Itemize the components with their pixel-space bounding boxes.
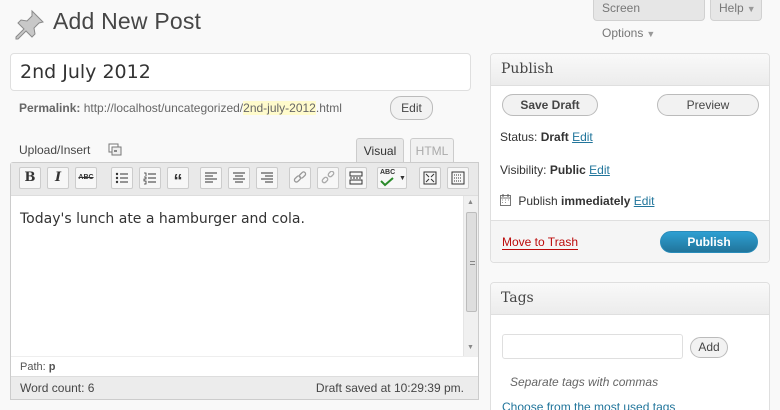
editor-path: Path: p [11,356,478,376]
tab-html[interactable]: HTML [410,138,454,163]
add-tag-button[interactable]: Add [690,337,728,358]
editor-content-area[interactable]: Today's lunch ate a hamburger and cola. [11,196,463,356]
publish-button[interactable]: Publish [660,231,758,253]
blockquote-icon[interactable]: “ [167,167,189,191]
chevron-down-icon: ▼ [399,175,406,182]
tags-box-title[interactable]: Tags [491,283,769,315]
schedule-label: Publish [518,194,558,208]
chevron-down-icon: ▼ [746,4,756,14]
strikethrough-icon[interactable]: ABC [75,167,97,189]
grip-icon [470,261,475,265]
post-status: Status: Draft Edit [500,130,593,144]
schedule-value: immediately [561,194,631,208]
bold-icon[interactable]: B [19,167,41,189]
screen-options-tab[interactable]: Screen Options ▼ [593,0,705,40]
visibility-value: Public [549,163,586,177]
ordered-list-icon[interactable] [139,167,161,189]
fullscreen-icon[interactable] [419,167,441,189]
link-icon[interactable] [289,167,311,189]
tab-visual[interactable]: Visual [356,138,404,163]
edit-visibility-link[interactable]: Edit [589,163,610,177]
status-label: Status: [500,130,538,144]
publish-box: Publish Save Draft Preview Status: Draft… [490,53,770,263]
post-schedule: Publish immediately Edit [500,194,654,208]
editor-status-bar: Word count: 6 Draft saved at 10:29:39 pm… [11,376,478,399]
word-count: Word count: 6 [20,381,95,395]
edit-permalink-button[interactable]: Edit [390,96,433,120]
post-visibility: Visibility: Public Edit [500,163,610,177]
permalink-label: Permalink: [19,101,81,115]
kitchen-sink-icon[interactable] [447,167,469,189]
upload-insert-label: Upload/Insert [19,143,91,157]
permalink-suffix: .html [315,101,342,115]
tags-hint: Separate tags with commas [510,375,659,389]
help-label: Help [719,1,744,15]
edit-status-link[interactable]: Edit [572,130,593,144]
publish-actions: Move to Trash Publish [491,220,769,262]
screen-options-label: Screen Options [602,1,644,40]
path-element[interactable]: p [49,361,56,373]
page-title: Add New Post [53,8,202,34]
scroll-up-icon[interactable]: ▲ [467,199,474,206]
visibility-label: Visibility: [500,163,547,177]
help-tab[interactable]: Help ▼ [710,0,762,21]
align-center-icon[interactable] [228,167,250,189]
editor-scrollbar[interactable]: ▲ ▼ [463,196,478,356]
scrollbar-thumb[interactable] [466,212,477,312]
more-tag-icon[interactable] [345,167,367,189]
spellcheck-icon[interactable]: ABC ▼ [377,167,407,189]
post-title-input[interactable]: 2nd July 2012 [10,53,471,91]
tags-box: Tags Add Separate tags with commas Choos… [490,282,770,410]
unlink-icon[interactable] [317,167,339,189]
edit-schedule-link[interactable]: Edit [634,194,655,208]
add-media-icon[interactable] [108,142,122,156]
scroll-down-icon[interactable]: ▼ [467,344,474,351]
align-left-icon[interactable] [200,167,222,189]
permalink-base: http://localhost/uncategorized/ [83,101,244,115]
unordered-list-icon[interactable] [111,167,133,189]
status-value: Draft [540,130,569,144]
align-right-icon[interactable] [256,167,278,189]
permalink-slug[interactable]: 2nd-july-2012 [243,101,316,115]
publish-box-title[interactable]: Publish [491,54,769,86]
preview-button[interactable]: Preview [657,94,759,116]
save-draft-button[interactable]: Save Draft [502,94,598,116]
post-content[interactable]: Today's lunch ate a hamburger and cola. [20,211,305,227]
permalink: Permalink: http://localhost/uncategorize… [19,101,342,115]
italic-icon[interactable]: I [47,167,69,189]
pushpin-icon [12,8,46,42]
autosave-status: Draft saved at 10:29:39 pm. [315,381,464,395]
most-used-tags-link[interactable]: Choose from the most used tags [502,400,675,410]
post-editor: B I ABC “ ABC ▼ Today's lunch ate a hamb… [10,162,479,400]
new-tag-input[interactable] [502,334,683,359]
chevron-down-icon: ▼ [646,29,656,39]
editor-toolbar: B I ABC “ ABC ▼ [11,163,478,196]
path-label: Path: [20,361,46,373]
move-to-trash-link[interactable]: Move to Trash [502,235,579,250]
calendar-icon [500,194,511,206]
